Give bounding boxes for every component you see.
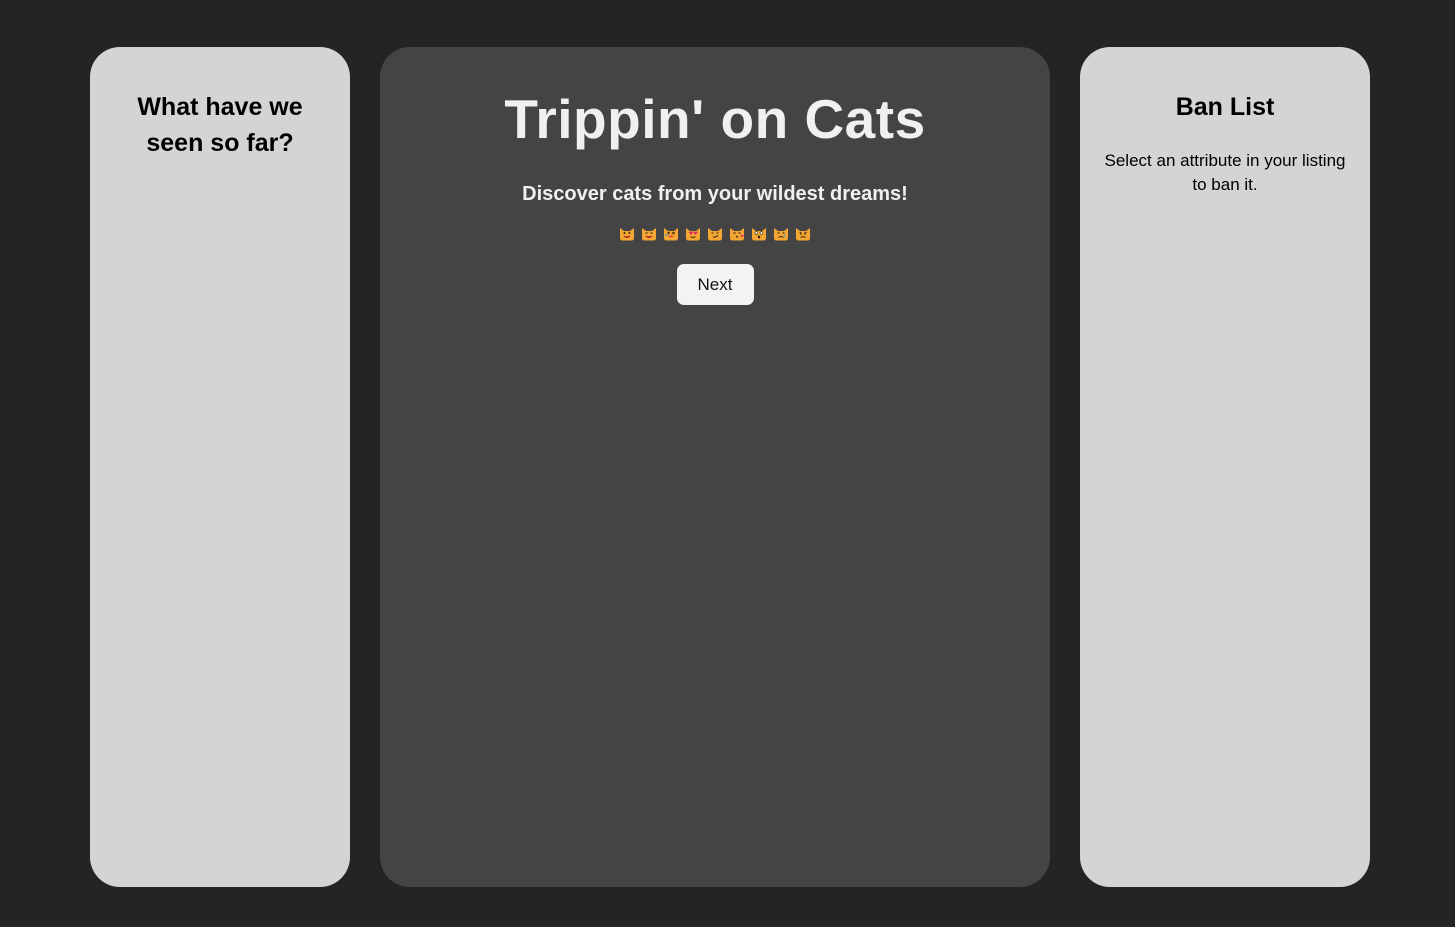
- page-subtitle: Discover cats from your wildest dreams!: [522, 183, 908, 205]
- smirk-cat-icon: [706, 227, 724, 241]
- scream-cat-icon: [750, 227, 768, 241]
- smiley-cat-icon: [618, 227, 636, 241]
- history-title: What have we seen so far?: [137, 93, 303, 157]
- ban-list-panel: Ban List Select an attribute in your lis…: [1080, 47, 1370, 887]
- next-button[interactable]: Next: [676, 264, 754, 305]
- smile-cat-icon: [640, 227, 658, 241]
- main-panel: Trippin' on Cats Discover cats from your…: [380, 47, 1050, 887]
- crying-cat-icon: [772, 227, 790, 241]
- laughing-cat-icon: [662, 227, 680, 241]
- pouting-cat-icon: [794, 227, 812, 241]
- ban-list-title: Ban List: [1175, 93, 1275, 121]
- cat-emoji-row: [380, 227, 1050, 241]
- ban-list-description: Select an attribute in your listing to b…: [1104, 151, 1346, 194]
- kissing-cat-icon: [728, 227, 746, 241]
- page-title: Trippin' on Cats: [504, 88, 926, 150]
- heart-eyes-cat-icon: [684, 227, 702, 241]
- history-panel: What have we seen so far?: [90, 47, 350, 887]
